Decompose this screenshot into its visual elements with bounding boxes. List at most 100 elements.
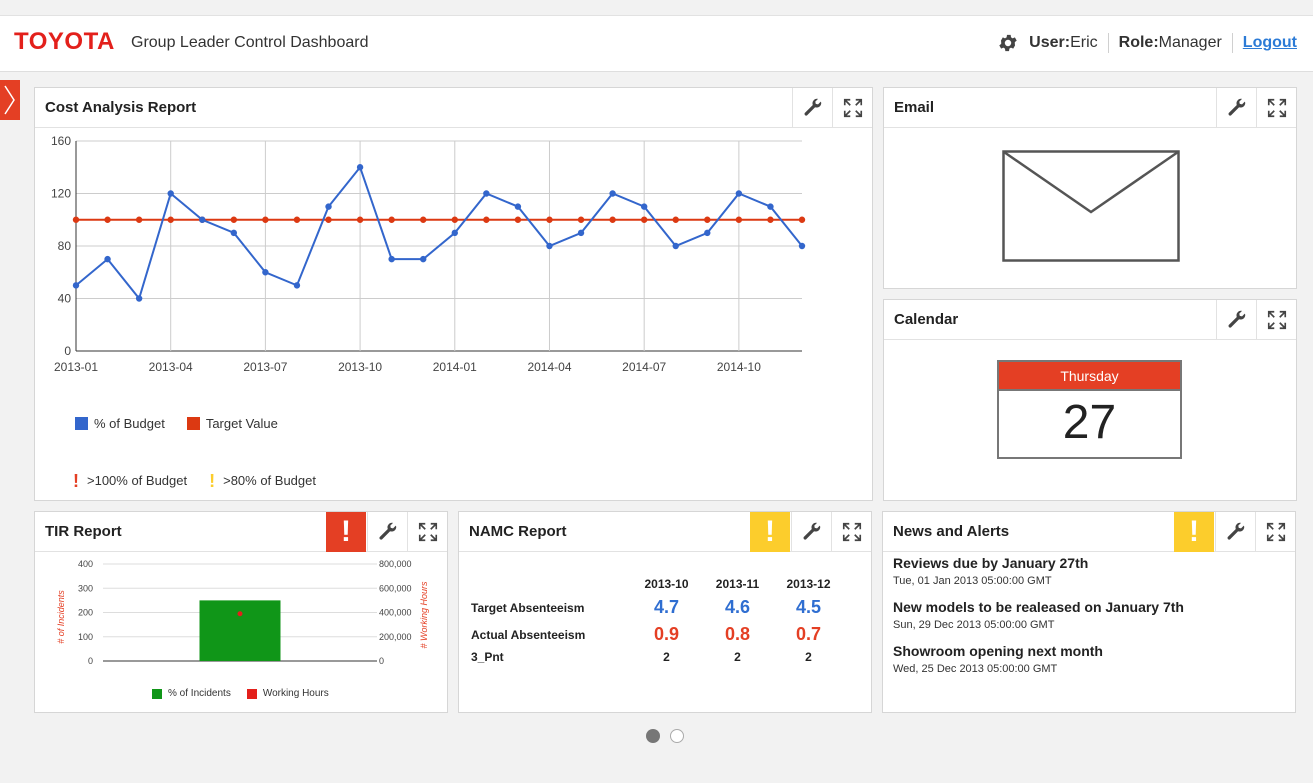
legend-item-target: Target Value: [186, 416, 278, 431]
y-tick-label: 80: [58, 239, 72, 253]
expand-icon: [1267, 310, 1286, 330]
y-tick-label: 400: [78, 559, 93, 569]
news-list: Reviews due by January 27th Tue, 01 Jan …: [893, 554, 1285, 686]
settings-button[interactable]: [1216, 300, 1256, 340]
wrench-icon: [802, 522, 820, 540]
series-line-0: [75, 165, 803, 301]
expand-button[interactable]: [1256, 88, 1296, 128]
data-point: [609, 190, 616, 197]
exclamation-icon: !: [765, 515, 775, 548]
expand-icon: [1266, 522, 1285, 542]
x-tick-label: 2014-01: [433, 360, 477, 374]
wrench-icon: [1227, 98, 1245, 116]
table-cell: 2: [805, 650, 812, 664]
gear-icon[interactable]: [997, 32, 1019, 54]
data-point: [420, 255, 427, 263]
envelope-icon: [1002, 150, 1180, 262]
settings-button[interactable]: [1215, 512, 1255, 552]
table-row: Actual Absenteeism 0.9 0.8 0.7: [471, 621, 844, 648]
alert-indicator[interactable]: !: [750, 512, 790, 552]
y2-tick-label: 0: [379, 656, 384, 666]
legend-item-hours: Working Hours: [246, 688, 329, 699]
list-item[interactable]: Reviews due by January 27th Tue, 01 Jan …: [893, 554, 1285, 588]
data-point: [388, 255, 395, 263]
chevron-right-icon: [4, 85, 15, 115]
panel-title: Email: [894, 99, 935, 116]
data-point: [640, 203, 648, 210]
page-dot-2[interactable]: [670, 729, 684, 743]
alert-legend: ! >100% of Budget ! >80% of Budget: [73, 470, 338, 491]
data-point: [167, 190, 174, 197]
panel-header: NAMC Report !: [459, 512, 871, 552]
expand-icon: [842, 522, 861, 542]
data-point: [420, 216, 427, 223]
y2-axis-label: # Working Hours: [419, 581, 429, 649]
y-tick-label: 120: [51, 187, 71, 201]
sidebar-toggle-button[interactable]: [0, 80, 20, 120]
data-point: [262, 269, 269, 276]
table-cell: 0.7: [795, 624, 822, 644]
x-tick-label: 2014-04: [527, 360, 571, 374]
data-point: [798, 242, 806, 250]
y-tick-label: 40: [58, 292, 72, 306]
y2-tick-label: 800,000: [379, 559, 412, 569]
data-point: [704, 216, 711, 223]
settings-button[interactable]: [791, 512, 831, 552]
table-cell: 0.9: [653, 624, 680, 644]
page-dot-1[interactable]: [646, 729, 660, 743]
expand-button[interactable]: [1256, 300, 1296, 340]
data-point: [325, 203, 332, 210]
calendar-widget[interactable]: Thursday 27: [997, 360, 1182, 459]
table-cell: 4.7: [653, 597, 680, 617]
data-point: [167, 216, 174, 223]
panel-header: Calendar: [884, 300, 1296, 340]
expand-button[interactable]: [1255, 512, 1295, 552]
data-point: [640, 216, 648, 223]
cost-analysis-panel: Cost Analysis Report 0 40 80 120 160 2013-01 2…: [34, 87, 873, 501]
divider: [1107, 33, 1109, 53]
data-point: [104, 216, 111, 223]
list-item[interactable]: New models to be realeased on January 7t…: [893, 598, 1285, 632]
wrench-icon: [1227, 310, 1245, 328]
legend-item-incidents: % of Incidents: [152, 688, 231, 699]
y-tick-label: 160: [51, 134, 71, 148]
email-panel[interactable]: Email: [883, 87, 1297, 289]
app-header: TOYOTA Group Leader Control Dashboard Us…: [0, 16, 1313, 72]
x-tick-label: 2014-10: [717, 360, 761, 374]
data-point: [483, 190, 490, 197]
panel-header: Email: [884, 88, 1296, 128]
news-title[interactable]: Showroom opening next month: [893, 642, 1285, 660]
toyota-logo[interactable]: TOYOTA: [14, 28, 115, 56]
data-point: [735, 216, 743, 223]
calendar-day: Thursday: [999, 362, 1180, 391]
data-point: [72, 216, 80, 223]
legend-alert-yellow: ! >80% of Budget: [209, 470, 316, 491]
x-tick-label: 2013-01: [54, 360, 98, 374]
data-point: [135, 295, 143, 302]
column-header: 2013-12: [786, 577, 831, 591]
page-indicator: [646, 729, 694, 743]
row-label: Actual Absenteeism: [471, 627, 586, 642]
news-title[interactable]: New models to be realeased on January 7t…: [893, 598, 1285, 616]
logout-link[interactable]: Logout: [1243, 34, 1297, 52]
y-tick-label: 100: [78, 632, 93, 642]
data-point: [293, 282, 301, 289]
y2-tick-label: 600,000: [379, 583, 412, 593]
settings-button[interactable]: [1216, 88, 1256, 128]
panel-title: NAMC Report: [469, 523, 567, 540]
alert-indicator[interactable]: !: [1174, 512, 1214, 552]
table-row: Target Absenteeism 4.7 4.6 4.5: [471, 594, 844, 621]
data-point: [767, 216, 774, 223]
panel-title: News and Alerts: [893, 523, 1010, 540]
user-info: User:Eric: [1029, 34, 1098, 51]
calendar-panel: Calendar Thursday 27: [883, 299, 1297, 501]
divider: [1231, 33, 1233, 53]
expand-button[interactable]: [831, 512, 871, 552]
list-item[interactable]: Showroom opening next month Wed, 25 Dec …: [893, 642, 1285, 676]
data-point: [72, 282, 80, 289]
data-point: [546, 242, 553, 250]
y-tick-label: 200: [78, 608, 93, 618]
news-title[interactable]: Reviews due by January 27th: [893, 554, 1285, 572]
tir-legend: % of Incidents Working Hours: [152, 688, 351, 699]
data-point: [451, 216, 458, 223]
